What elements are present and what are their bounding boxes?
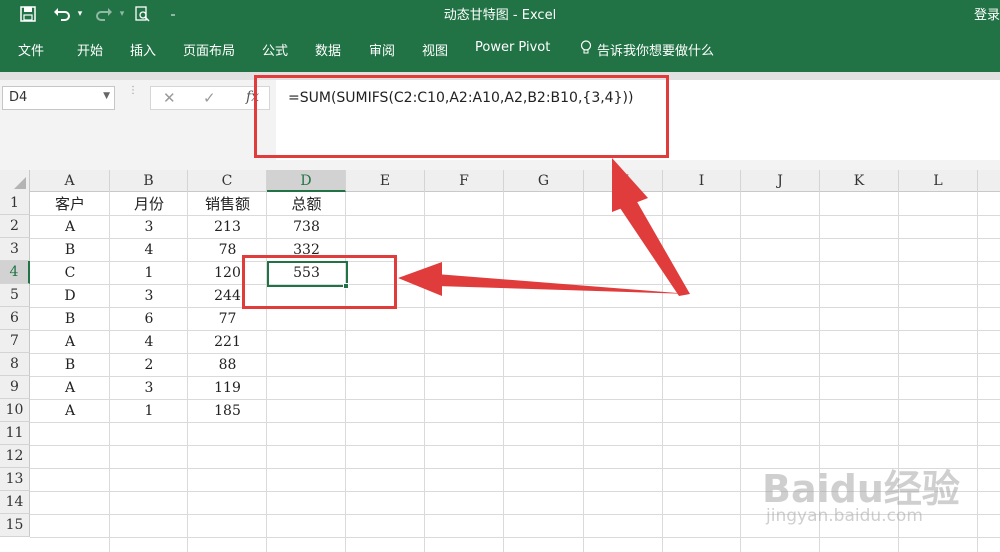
column-header-e[interactable]: E bbox=[346, 170, 425, 192]
column-header-a[interactable]: A bbox=[30, 170, 110, 192]
drag-handle-icon[interactable]: ⋮ bbox=[128, 86, 138, 108]
cell-b1[interactable]: 月份 bbox=[110, 193, 188, 216]
cell-a6[interactable]: B bbox=[30, 308, 110, 331]
cell-c10[interactable]: 185 bbox=[188, 400, 267, 423]
tab-home[interactable]: 开始 bbox=[77, 40, 103, 59]
row-header-11[interactable]: 11 bbox=[0, 422, 30, 445]
column-header-g[interactable]: G bbox=[504, 170, 584, 192]
cell-a5[interactable]: D bbox=[30, 285, 110, 308]
row-header-7[interactable]: 7 bbox=[0, 330, 30, 353]
row-header-15[interactable]: 15 bbox=[0, 514, 30, 537]
column-header-c[interactable]: C bbox=[188, 170, 267, 192]
cell-a9[interactable]: A bbox=[30, 377, 110, 400]
formula-highlight-box bbox=[254, 75, 669, 158]
row-header-9[interactable]: 9 bbox=[0, 376, 30, 399]
cancel-icon[interactable]: ✕ bbox=[163, 89, 176, 107]
ribbon-tabs: 文件 开始 插入 页面布局 公式 数据 审阅 视图 Power Pivot 告诉… bbox=[0, 28, 1000, 72]
formula-buttons: ✕ ✓ fx bbox=[150, 86, 270, 110]
cell-b3[interactable]: 4 bbox=[110, 239, 188, 262]
name-box[interactable]: D4 ▼ bbox=[2, 86, 115, 110]
cell-b7[interactable]: 4 bbox=[110, 331, 188, 354]
row-header-8[interactable]: 8 bbox=[0, 353, 30, 376]
window-title: 动态甘特图 - Excel bbox=[443, 8, 557, 23]
select-all-button[interactable] bbox=[0, 170, 30, 192]
tab-insert[interactable]: 插入 bbox=[130, 40, 156, 59]
cell-d1[interactable]: 总额 bbox=[267, 193, 346, 216]
cell-highlight-box bbox=[242, 255, 397, 309]
row-header-5[interactable]: 5 bbox=[0, 284, 30, 307]
cell-a2[interactable]: A bbox=[30, 216, 110, 239]
column-header-i[interactable]: I bbox=[663, 170, 741, 192]
cell-b5[interactable]: 3 bbox=[110, 285, 188, 308]
row-header-1[interactable]: 1 bbox=[0, 192, 30, 215]
cell-a10[interactable]: A bbox=[30, 400, 110, 423]
tab-page-layout[interactable]: 页面布局 bbox=[183, 40, 235, 59]
watermark-url: jingyan.baidu.com bbox=[766, 506, 923, 526]
cell-b4[interactable]: 1 bbox=[110, 262, 188, 285]
tab-data[interactable]: 数据 bbox=[315, 40, 341, 59]
cell-a8[interactable]: B bbox=[30, 354, 110, 377]
name-box-value: D4 bbox=[9, 90, 28, 105]
tab-formulas[interactable]: 公式 bbox=[262, 40, 288, 59]
column-header-d[interactable]: D bbox=[267, 170, 346, 192]
cell-c7[interactable]: 221 bbox=[188, 331, 267, 354]
cell-c6[interactable]: 77 bbox=[188, 308, 267, 331]
cell-a1[interactable]: 客户 bbox=[30, 193, 110, 216]
row-header-12[interactable]: 12 bbox=[0, 445, 30, 468]
cell-c1[interactable]: 销售额 bbox=[188, 193, 267, 216]
login-link[interactable]: 登录 bbox=[974, 4, 1000, 23]
tab-power-pivot[interactable]: Power Pivot bbox=[475, 40, 550, 55]
cell-b2[interactable]: 3 bbox=[110, 216, 188, 239]
row-header-2[interactable]: 2 bbox=[0, 215, 30, 238]
column-header-k[interactable]: K bbox=[820, 170, 899, 192]
cell-d2[interactable]: 738 bbox=[267, 216, 346, 239]
cell-c2[interactable]: 213 bbox=[188, 216, 267, 239]
row-header-6[interactable]: 6 bbox=[0, 307, 30, 330]
cell-a3[interactable]: B bbox=[30, 239, 110, 262]
column-header-h[interactable]: H bbox=[584, 170, 663, 192]
cell-a7[interactable]: A bbox=[30, 331, 110, 354]
cell-a4[interactable]: C bbox=[30, 262, 110, 285]
tell-me-search[interactable]: 告诉我你想要做什么 bbox=[597, 40, 714, 59]
cell-b9[interactable]: 3 bbox=[110, 377, 188, 400]
row-header-14[interactable]: 14 bbox=[0, 491, 30, 514]
cell-c8[interactable]: 88 bbox=[188, 354, 267, 377]
row-header-3[interactable]: 3 bbox=[0, 238, 30, 261]
column-header-row: A B C D E F G H I J K L bbox=[0, 170, 1000, 192]
enter-check-icon[interactable]: ✓ bbox=[203, 89, 216, 107]
row-header-10[interactable]: 10 bbox=[0, 399, 30, 422]
row-header-13[interactable]: 13 bbox=[0, 468, 30, 491]
tab-view[interactable]: 视图 bbox=[422, 40, 448, 59]
chevron-down-icon[interactable]: ▼ bbox=[103, 91, 110, 101]
row-header-4[interactable]: 4 bbox=[0, 261, 30, 284]
cell-b6[interactable]: 6 bbox=[110, 308, 188, 331]
column-header-j[interactable]: J bbox=[741, 170, 820, 192]
cell-b10[interactable]: 1 bbox=[110, 400, 188, 423]
column-header-b[interactable]: B bbox=[110, 170, 188, 192]
column-header-l[interactable]: L bbox=[899, 170, 978, 192]
tab-review[interactable]: 审阅 bbox=[369, 40, 395, 59]
cell-b8[interactable]: 2 bbox=[110, 354, 188, 377]
tab-file[interactable]: 文件 bbox=[18, 40, 44, 59]
lightbulb-icon bbox=[580, 40, 592, 57]
column-header-f[interactable]: F bbox=[425, 170, 504, 192]
title-bar: ▾ ▾ ₌ 动态甘特图 - Excel 登录 bbox=[0, 0, 1000, 28]
cell-c9[interactable]: 119 bbox=[188, 377, 267, 400]
watermark-logo-text: Baidu经验 bbox=[762, 467, 960, 511]
baidu-watermark: Baidu经验 jingyan.baidu.com bbox=[762, 458, 994, 538]
